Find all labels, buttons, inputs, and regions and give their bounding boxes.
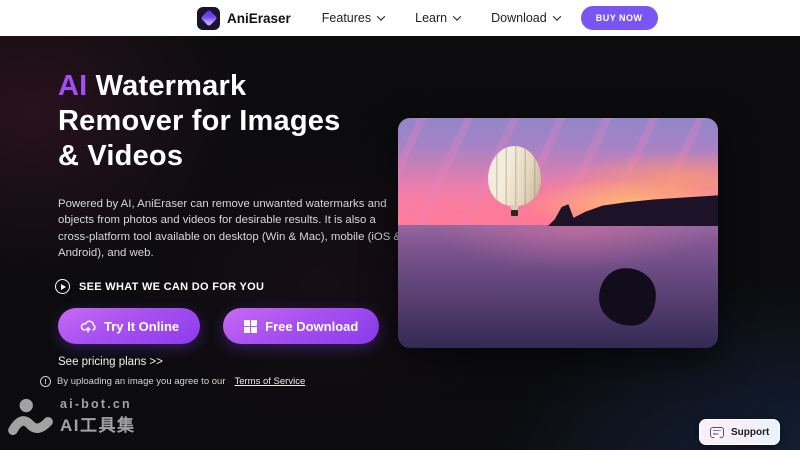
chevron-down-icon [552, 12, 560, 20]
terms-note: ! By uploading an image you agree to our… [40, 376, 305, 387]
title-highlight: AI [58, 70, 87, 102]
info-icon: ! [40, 376, 51, 387]
free-download-button[interactable]: Free Download [223, 308, 379, 344]
hero-section: AI Watermark Remover for Images & Videos… [0, 36, 800, 450]
page-title: AI Watermark Remover for Images & Videos [58, 69, 340, 174]
nav-item-learn[interactable]: Learn [415, 11, 460, 25]
terms-of-service-link[interactable]: Terms of Service [234, 376, 305, 387]
play-icon [55, 279, 70, 294]
video-cta-label: SEE WHAT WE CAN DO FOR YOU [79, 281, 264, 293]
video-cta[interactable]: SEE WHAT WE CAN DO FOR YOU [55, 279, 264, 294]
chat-icon [710, 427, 724, 438]
sea-graphic [398, 225, 718, 348]
watermark-site: ai-bot.cn [60, 397, 136, 411]
nav-item-label: Download [491, 11, 547, 25]
watermark: ai-bot.cn AI工具集 [8, 396, 136, 436]
support-button[interactable]: Support [699, 419, 780, 445]
chevron-down-icon [453, 12, 461, 20]
nav-item-download[interactable]: Download [491, 11, 560, 25]
eraser-gem-icon [200, 10, 217, 27]
brand-name: AniEraser [227, 11, 291, 26]
windows-icon [244, 320, 257, 333]
hero-image [398, 118, 718, 348]
cta-row: Try It Online Free Download [58, 308, 379, 344]
nav-inner: AniEraser Features Learn Download BUY NO… [0, 0, 800, 36]
description-line: Powered by AI, AniEraser can remove unwa… [58, 196, 401, 212]
ai-bot-logo-icon [8, 396, 54, 436]
terms-text: By uploading an image you agree to our [57, 376, 225, 387]
title-line-2: Remover for Images [58, 104, 340, 139]
nav-item-label: Features [322, 11, 371, 25]
buy-now-button[interactable]: BUY NOW [581, 6, 658, 30]
watermark-text: ai-bot.cn AI工具集 [60, 397, 136, 436]
support-label: Support [731, 427, 769, 438]
button-label: Try It Online [104, 319, 179, 334]
title-line-3: & Videos [58, 139, 340, 174]
chat-tail [714, 437, 720, 441]
button-label: Free Download [265, 319, 358, 334]
description-line: cross-platform tool available on desktop… [58, 229, 401, 245]
title-line-1: AI Watermark [58, 69, 340, 104]
top-nav: AniEraser Features Learn Download BUY NO… [0, 0, 800, 36]
description-line: Android), and web. [58, 245, 401, 261]
hot-air-balloon-graphic [488, 146, 541, 206]
description-line: objects from photos and videos for desir… [58, 212, 401, 228]
pricing-link[interactable]: See pricing plans >> [58, 356, 163, 368]
nav-item-features[interactable]: Features [322, 11, 384, 25]
anieraser-landing-page: AniEraser Features Learn Download BUY NO… [0, 0, 800, 450]
anieraser-logo-icon [197, 7, 220, 30]
nav-item-label: Learn [415, 11, 447, 25]
chevron-down-icon [377, 12, 385, 20]
try-it-online-button[interactable]: Try It Online [58, 308, 200, 344]
cloud-upload-icon [79, 318, 96, 335]
hero-description: Powered by AI, AniEraser can remove unwa… [58, 196, 401, 262]
watermark-name: AI工具集 [60, 411, 136, 436]
brand[interactable]: AniEraser [197, 7, 291, 30]
